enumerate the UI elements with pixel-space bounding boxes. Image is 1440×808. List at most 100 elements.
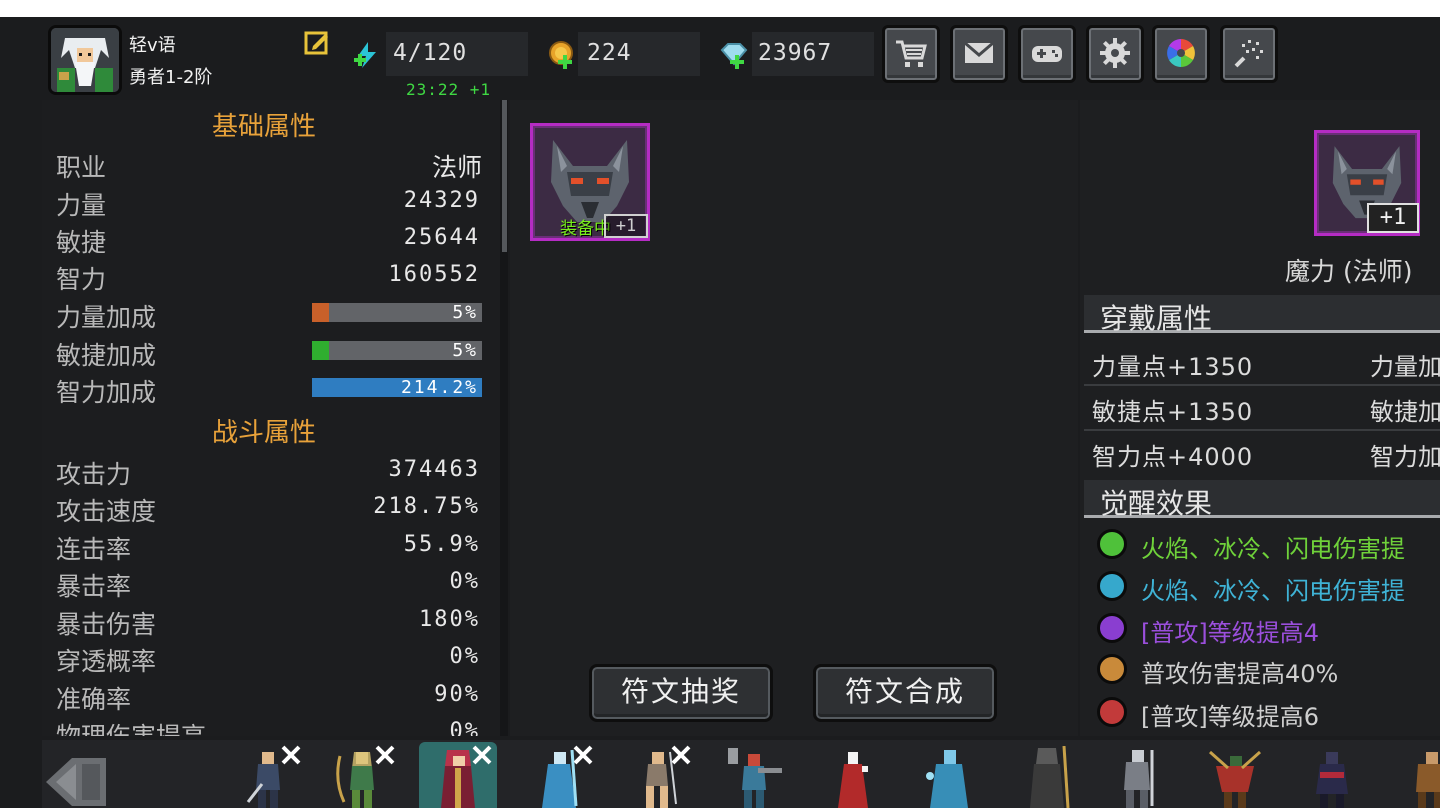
hero-slot[interactable] xyxy=(618,742,696,808)
player-name: 轻v语 xyxy=(129,35,176,56)
close-icon xyxy=(671,745,691,765)
detail-level-badge: +1 xyxy=(1367,203,1419,233)
stat-label: 敏捷 xyxy=(56,228,107,257)
shop-cart-icon xyxy=(896,40,927,67)
bar-fill xyxy=(312,341,329,360)
color-wheel-icon xyxy=(1167,39,1195,67)
hero-slot[interactable] xyxy=(910,742,988,808)
close-icon xyxy=(472,745,492,765)
hero-slot[interactable] xyxy=(1196,742,1274,808)
hero-slot[interactable] xyxy=(1098,742,1176,808)
berserker-icon xyxy=(1209,750,1261,808)
bonus-label: 力量加成 xyxy=(56,303,157,332)
hero-slot[interactable] xyxy=(816,742,894,808)
awaken-effect: [普攻]等级提高4 xyxy=(1141,619,1319,647)
settings-button[interactable] xyxy=(1086,25,1144,83)
hero-slot[interactable] xyxy=(1008,742,1086,808)
stat-label: 连击率 xyxy=(56,535,132,564)
fireworks-icon xyxy=(1234,40,1263,68)
gem-value: 23967 xyxy=(758,40,833,66)
player-avatar[interactable] xyxy=(48,25,122,95)
stat-value: 180% xyxy=(419,607,480,632)
stat-label: 准确率 xyxy=(56,685,132,714)
barbarian-icon xyxy=(1416,752,1440,808)
bar-text: 5% xyxy=(452,340,478,361)
stat-value: 25644 xyxy=(403,225,480,250)
combat-stats-title: 战斗属性 xyxy=(212,418,317,448)
hero-slot-selected[interactable] xyxy=(419,742,497,808)
agility-bonus-bar: 5% xyxy=(312,340,482,361)
stat-label: 攻击力 xyxy=(56,460,132,489)
hero-slot[interactable] xyxy=(520,742,598,808)
stat-label: 职业 xyxy=(56,153,107,182)
intellect-bonus-bar: 214.2% xyxy=(312,377,482,398)
wear-attr-right: 力量加 xyxy=(1370,353,1440,381)
hero-slot[interactable] xyxy=(716,742,794,808)
rune-combine-button[interactable]: 符文合成 xyxy=(813,664,997,722)
shop-button[interactable] xyxy=(882,25,940,83)
back-button[interactable] xyxy=(42,750,110,808)
awaken-dot xyxy=(1097,697,1127,727)
bonus-label: 敏捷加成 xyxy=(56,341,157,370)
awaken-effect: [普攻]等级提高6 xyxy=(1141,703,1319,731)
stat-value: 55.9% xyxy=(403,532,480,557)
energy-add-icon[interactable] xyxy=(352,40,382,70)
vampire-icon xyxy=(838,752,868,808)
mail-button[interactable] xyxy=(950,25,1008,83)
edit-name-icon[interactable] xyxy=(303,29,331,57)
rune-level-badge: +1 xyxy=(604,214,648,238)
awaken-dot xyxy=(1097,613,1127,643)
bar-text: 214.2% xyxy=(400,377,478,398)
settings-gear-icon xyxy=(1100,38,1130,68)
hero-slot[interactable] xyxy=(228,742,306,808)
stat-value: 法师 xyxy=(431,153,482,182)
color-button[interactable] xyxy=(1152,25,1210,83)
gold-coin-add-icon[interactable] xyxy=(546,40,576,70)
left-edge xyxy=(0,17,42,808)
knight-icon xyxy=(1124,750,1154,808)
stat-value: 218.75% xyxy=(373,494,480,519)
gunner-icon xyxy=(728,748,782,808)
awaken-effect: 普攻伤害提高40% xyxy=(1141,660,1339,688)
strength-bonus-bar: 5% xyxy=(312,302,482,323)
necromancer-icon xyxy=(1030,746,1070,808)
awaken-dot xyxy=(1097,571,1127,601)
diamond-add-icon[interactable] xyxy=(718,40,748,70)
stat-value: 0% xyxy=(449,719,480,736)
stat-value: 90% xyxy=(434,682,480,707)
hero-slot[interactable] xyxy=(1294,742,1372,808)
rune-draw-button[interactable]: 符文抽奖 xyxy=(589,664,773,722)
gamepad-icon xyxy=(1032,46,1062,62)
awaken-dot xyxy=(1097,529,1127,559)
wear-attr-right: 智力加 xyxy=(1370,443,1440,471)
close-icon xyxy=(281,745,301,765)
wear-attr-right: 敏捷加 xyxy=(1370,398,1440,426)
wear-attr: 力量点+1350 xyxy=(1092,353,1254,381)
bonus-label: 智力加成 xyxy=(56,378,157,407)
top-white-strip xyxy=(0,0,1440,17)
close-icon xyxy=(573,745,593,765)
frost-spirit-icon xyxy=(926,750,968,808)
wizard-portrait-icon xyxy=(51,28,119,92)
close-icon xyxy=(375,745,395,765)
stat-label: 物理伤害提高 xyxy=(56,717,206,736)
back-arrow-icon xyxy=(46,758,106,806)
fireworks-button[interactable] xyxy=(1220,25,1278,83)
hero-slot[interactable] xyxy=(1392,742,1440,808)
energy-timer: 23:22 +1 xyxy=(406,80,492,99)
bar-fill xyxy=(312,303,329,322)
gold-value: 224 xyxy=(587,40,632,66)
stat-label: 暴击率 xyxy=(56,572,132,601)
gamepad-button[interactable] xyxy=(1018,25,1076,83)
wear-attr: 智力点+4000 xyxy=(1092,443,1254,471)
divider xyxy=(1084,429,1440,431)
stats-scroll-thumb[interactable] xyxy=(502,100,507,252)
basic-stats-title: 基础属性 xyxy=(212,112,317,142)
awaken-title: 觉醒效果 xyxy=(1100,487,1213,520)
divider xyxy=(1084,384,1440,386)
hero-slot[interactable] xyxy=(322,742,400,808)
stat-label: 暴击伤害 xyxy=(56,610,157,639)
assassin-icon xyxy=(1316,752,1348,808)
player-rank: 勇者1-2阶 xyxy=(129,67,213,88)
stat-value: 374463 xyxy=(388,457,480,482)
